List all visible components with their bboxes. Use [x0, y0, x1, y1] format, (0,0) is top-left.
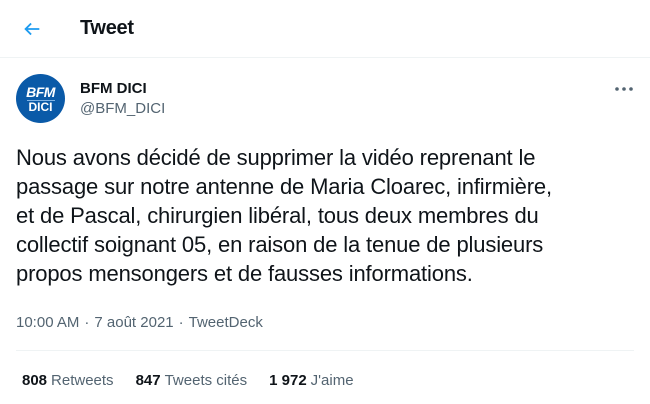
divider [16, 350, 634, 351]
author-handle[interactable]: @BFM_DICI [80, 100, 165, 117]
author-display-name[interactable]: BFM DICI [80, 80, 147, 97]
retweets-stat[interactable]: 808 Retweets [22, 372, 114, 389]
tweet-text: Nous avons décidé de supprimer la vidéo … [16, 145, 552, 286]
likes-label: J'aime [310, 372, 354, 389]
avatar[interactable]: BFM DICI [16, 74, 65, 123]
avatar-logo-bottom: DICI [26, 99, 55, 114]
tweet-source[interactable]: TweetDeck [189, 314, 263, 331]
tweet-stats: 808 Retweets 847 Tweets cités 1 972 J'ai… [22, 372, 376, 389]
meta-separator: · [178, 314, 184, 331]
avatar-logo-top: BFM [26, 83, 55, 100]
likes-count: 1 972 [269, 372, 307, 389]
tweet-date[interactable]: 7 août 2021 [94, 314, 173, 331]
page-title: Tweet [80, 17, 134, 39]
retweets-count: 808 [22, 372, 48, 389]
likes-stat[interactable]: 1 972 J'aime [269, 372, 353, 389]
tweet-time[interactable]: 10:00 AM [16, 314, 79, 331]
meta-separator: · [84, 314, 90, 331]
arrow-left-icon [24, 22, 40, 36]
more-horizontal-icon [615, 87, 633, 91]
tweet-meta: 10:00 AM · 7 août 2021 · TweetDeck [16, 314, 263, 331]
quote-tweets-count: 847 [135, 372, 161, 389]
quote-tweets-stat[interactable]: 847 Tweets cités [136, 372, 248, 389]
back-button[interactable] [14, 11, 50, 47]
top-bar: Tweet [0, 0, 650, 58]
retweets-label: Retweets [51, 372, 114, 389]
quote-tweets-label: Tweets cités [164, 372, 248, 389]
more-options-button[interactable] [612, 80, 636, 98]
